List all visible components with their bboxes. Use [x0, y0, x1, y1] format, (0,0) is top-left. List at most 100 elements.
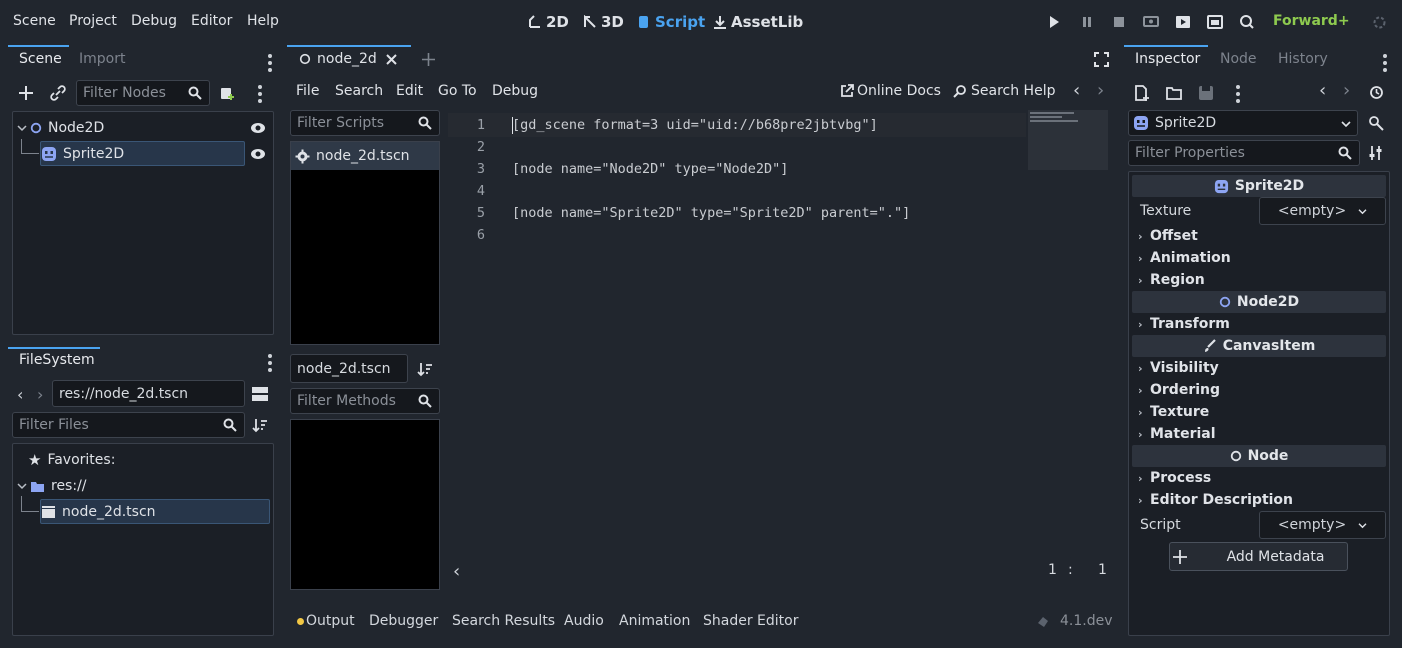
add-tab-icon[interactable]: [421, 52, 436, 67]
filter-methods-input[interactable]: Filter Methods: [290, 388, 440, 414]
split-view-icon[interactable]: [251, 386, 269, 402]
script-property-label: Script: [1140, 517, 1181, 533]
collapse-arrow-icon[interactable]: [17, 123, 27, 133]
open-folder-icon[interactable]: [1166, 85, 1182, 101]
group-process[interactable]: › Process: [1138, 470, 1211, 486]
workspace-script-button[interactable]: Script: [637, 13, 705, 31]
tab-history[interactable]: History: [1278, 51, 1328, 67]
group-visibility[interactable]: › Visibility: [1138, 360, 1219, 376]
history-forward-icon[interactable]: ›: [1097, 80, 1104, 101]
inspector-menu-icon[interactable]: [1236, 85, 1240, 106]
inspector-forward-icon[interactable]: ›: [1343, 80, 1350, 101]
workspace-3d-button[interactable]: 3D: [583, 13, 624, 31]
filter-scripts-input[interactable]: Filter Scripts: [290, 110, 440, 136]
close-tab-icon[interactable]: [385, 53, 398, 66]
section-canvasitem[interactable]: CanvasItem: [1132, 335, 1386, 357]
toggle-scripts-panel-icon[interactable]: ‹: [453, 561, 460, 582]
script-menu-search[interactable]: Search: [335, 83, 383, 99]
menu-debug[interactable]: Debug: [131, 13, 177, 29]
history-icon[interactable]: [1369, 85, 1384, 100]
filter-files-input[interactable]: Filter Files: [12, 412, 245, 438]
save-icon[interactable]: [1198, 85, 1214, 101]
script-dropdown[interactable]: <empty>: [1259, 511, 1386, 539]
script-list-item[interactable]: node_2d.tscn: [291, 142, 439, 170]
group-offset[interactable]: › Offset: [1138, 228, 1198, 244]
menu-project[interactable]: Project: [69, 13, 117, 29]
settings-sliders-icon[interactable]: [1368, 145, 1384, 161]
online-docs-button[interactable]: Online Docs: [840, 83, 941, 99]
script-menu-edit[interactable]: Edit: [396, 83, 423, 99]
object-selector[interactable]: Sprite2D: [1128, 110, 1358, 136]
sort-icon[interactable]: [252, 417, 268, 433]
filter-properties-input[interactable]: Filter Properties: [1128, 140, 1360, 166]
bottom-tab-shader-editor[interactable]: Shader Editor: [703, 613, 798, 629]
script-menu-file[interactable]: File: [296, 83, 319, 99]
group-ordering[interactable]: › Ordering: [1138, 382, 1220, 398]
scene-dock-menu-icon[interactable]: [268, 54, 272, 75]
workspace-assetlib-button[interactable]: AssetLib: [713, 13, 803, 31]
stop-icon[interactable]: [1111, 14, 1127, 30]
renderer-selector[interactable]: Forward+: [1273, 13, 1350, 29]
distraction-free-icon[interactable]: [1094, 52, 1109, 67]
add-node-icon[interactable]: [18, 85, 34, 101]
tree-node-sprite2d[interactable]: Sprite2D: [40, 141, 245, 166]
group-material[interactable]: › Material: [1138, 426, 1216, 442]
search-help-button[interactable]: Search Help: [953, 83, 1055, 99]
script-menu-goto[interactable]: Go To: [438, 83, 477, 99]
group-texture[interactable]: › Texture: [1138, 404, 1209, 420]
bottom-tab-output[interactable]: Output: [306, 613, 355, 629]
bottom-tab-search-results[interactable]: Search Results: [452, 613, 555, 629]
filesystem-menu-icon[interactable]: [268, 354, 272, 375]
collapse-arrow-icon[interactable]: [17, 481, 27, 491]
group-transform[interactable]: › Transform: [1138, 316, 1230, 332]
forward-arrow-icon[interactable]: ›: [37, 385, 43, 404]
object-properties-icon[interactable]: [1368, 115, 1384, 131]
section-node2d[interactable]: Node2D: [1132, 291, 1386, 313]
play-scene-icon[interactable]: [1175, 14, 1191, 30]
link-icon[interactable]: [50, 85, 66, 101]
pause-icon[interactable]: [1079, 14, 1095, 30]
script-tab-node2d[interactable]: node_2d: [299, 51, 377, 67]
visibility-eye-icon[interactable]: [250, 122, 266, 134]
filter-nodes-input[interactable]: Filter Nodes: [76, 80, 210, 106]
tab-import[interactable]: Import: [79, 51, 125, 67]
inspector-back-icon[interactable]: ‹: [1319, 80, 1326, 101]
play-icon[interactable]: [1046, 14, 1062, 30]
workspace-2d-button[interactable]: 2D: [528, 13, 569, 31]
bottom-tab-animation[interactable]: Animation: [619, 613, 690, 629]
new-resource-icon[interactable]: [1134, 85, 1150, 101]
scene-tree-menu-icon[interactable]: [258, 85, 262, 106]
add-metadata-button[interactable]: Add Metadata: [1169, 542, 1348, 571]
play-custom-icon[interactable]: [1207, 14, 1223, 30]
inspector-dock-menu-icon[interactable]: [1383, 54, 1387, 75]
group-region[interactable]: › Region: [1138, 272, 1205, 288]
menu-editor[interactable]: Editor: [191, 13, 232, 29]
tab-scene[interactable]: Scene: [19, 51, 62, 67]
tab-inspector[interactable]: Inspector: [1135, 51, 1200, 67]
instance-scene-icon[interactable]: [220, 85, 236, 101]
menu-scene[interactable]: Scene: [13, 13, 56, 29]
tab-filesystem[interactable]: FileSystem: [19, 352, 95, 368]
visibility-eye-icon[interactable]: [250, 148, 266, 160]
minimap[interactable]: [1028, 110, 1108, 170]
remote-debug-icon[interactable]: [1143, 14, 1159, 30]
history-back-icon[interactable]: ‹: [1073, 80, 1080, 101]
file-node2d-tscn[interactable]: node_2d.tscn: [40, 499, 270, 524]
tab-node[interactable]: Node: [1220, 51, 1257, 67]
group-animation[interactable]: › Animation: [1138, 250, 1231, 266]
filesystem-path-input[interactable]: res://node_2d.tscn: [52, 380, 245, 407]
tree-node-node2d[interactable]: Node2D: [30, 118, 104, 138]
bottom-tab-debugger[interactable]: Debugger: [369, 613, 438, 629]
menu-help[interactable]: Help: [247, 13, 279, 29]
script-menu-debug[interactable]: Debug: [492, 83, 538, 99]
section-node[interactable]: Node: [1132, 445, 1386, 467]
folder-res-row[interactable]: res://: [30, 477, 87, 495]
section-sprite2d[interactable]: Sprite2D: [1132, 175, 1386, 197]
group-editor-description[interactable]: › Editor Description: [1138, 492, 1293, 508]
favorites-row[interactable]: ★ Favorites:: [28, 451, 115, 469]
texture-dropdown[interactable]: <empty>: [1259, 197, 1386, 225]
sort-icon[interactable]: [417, 361, 433, 377]
bottom-tab-audio[interactable]: Audio: [564, 613, 604, 629]
movie-maker-icon[interactable]: [1239, 14, 1255, 30]
back-arrow-icon[interactable]: ‹: [17, 385, 23, 404]
